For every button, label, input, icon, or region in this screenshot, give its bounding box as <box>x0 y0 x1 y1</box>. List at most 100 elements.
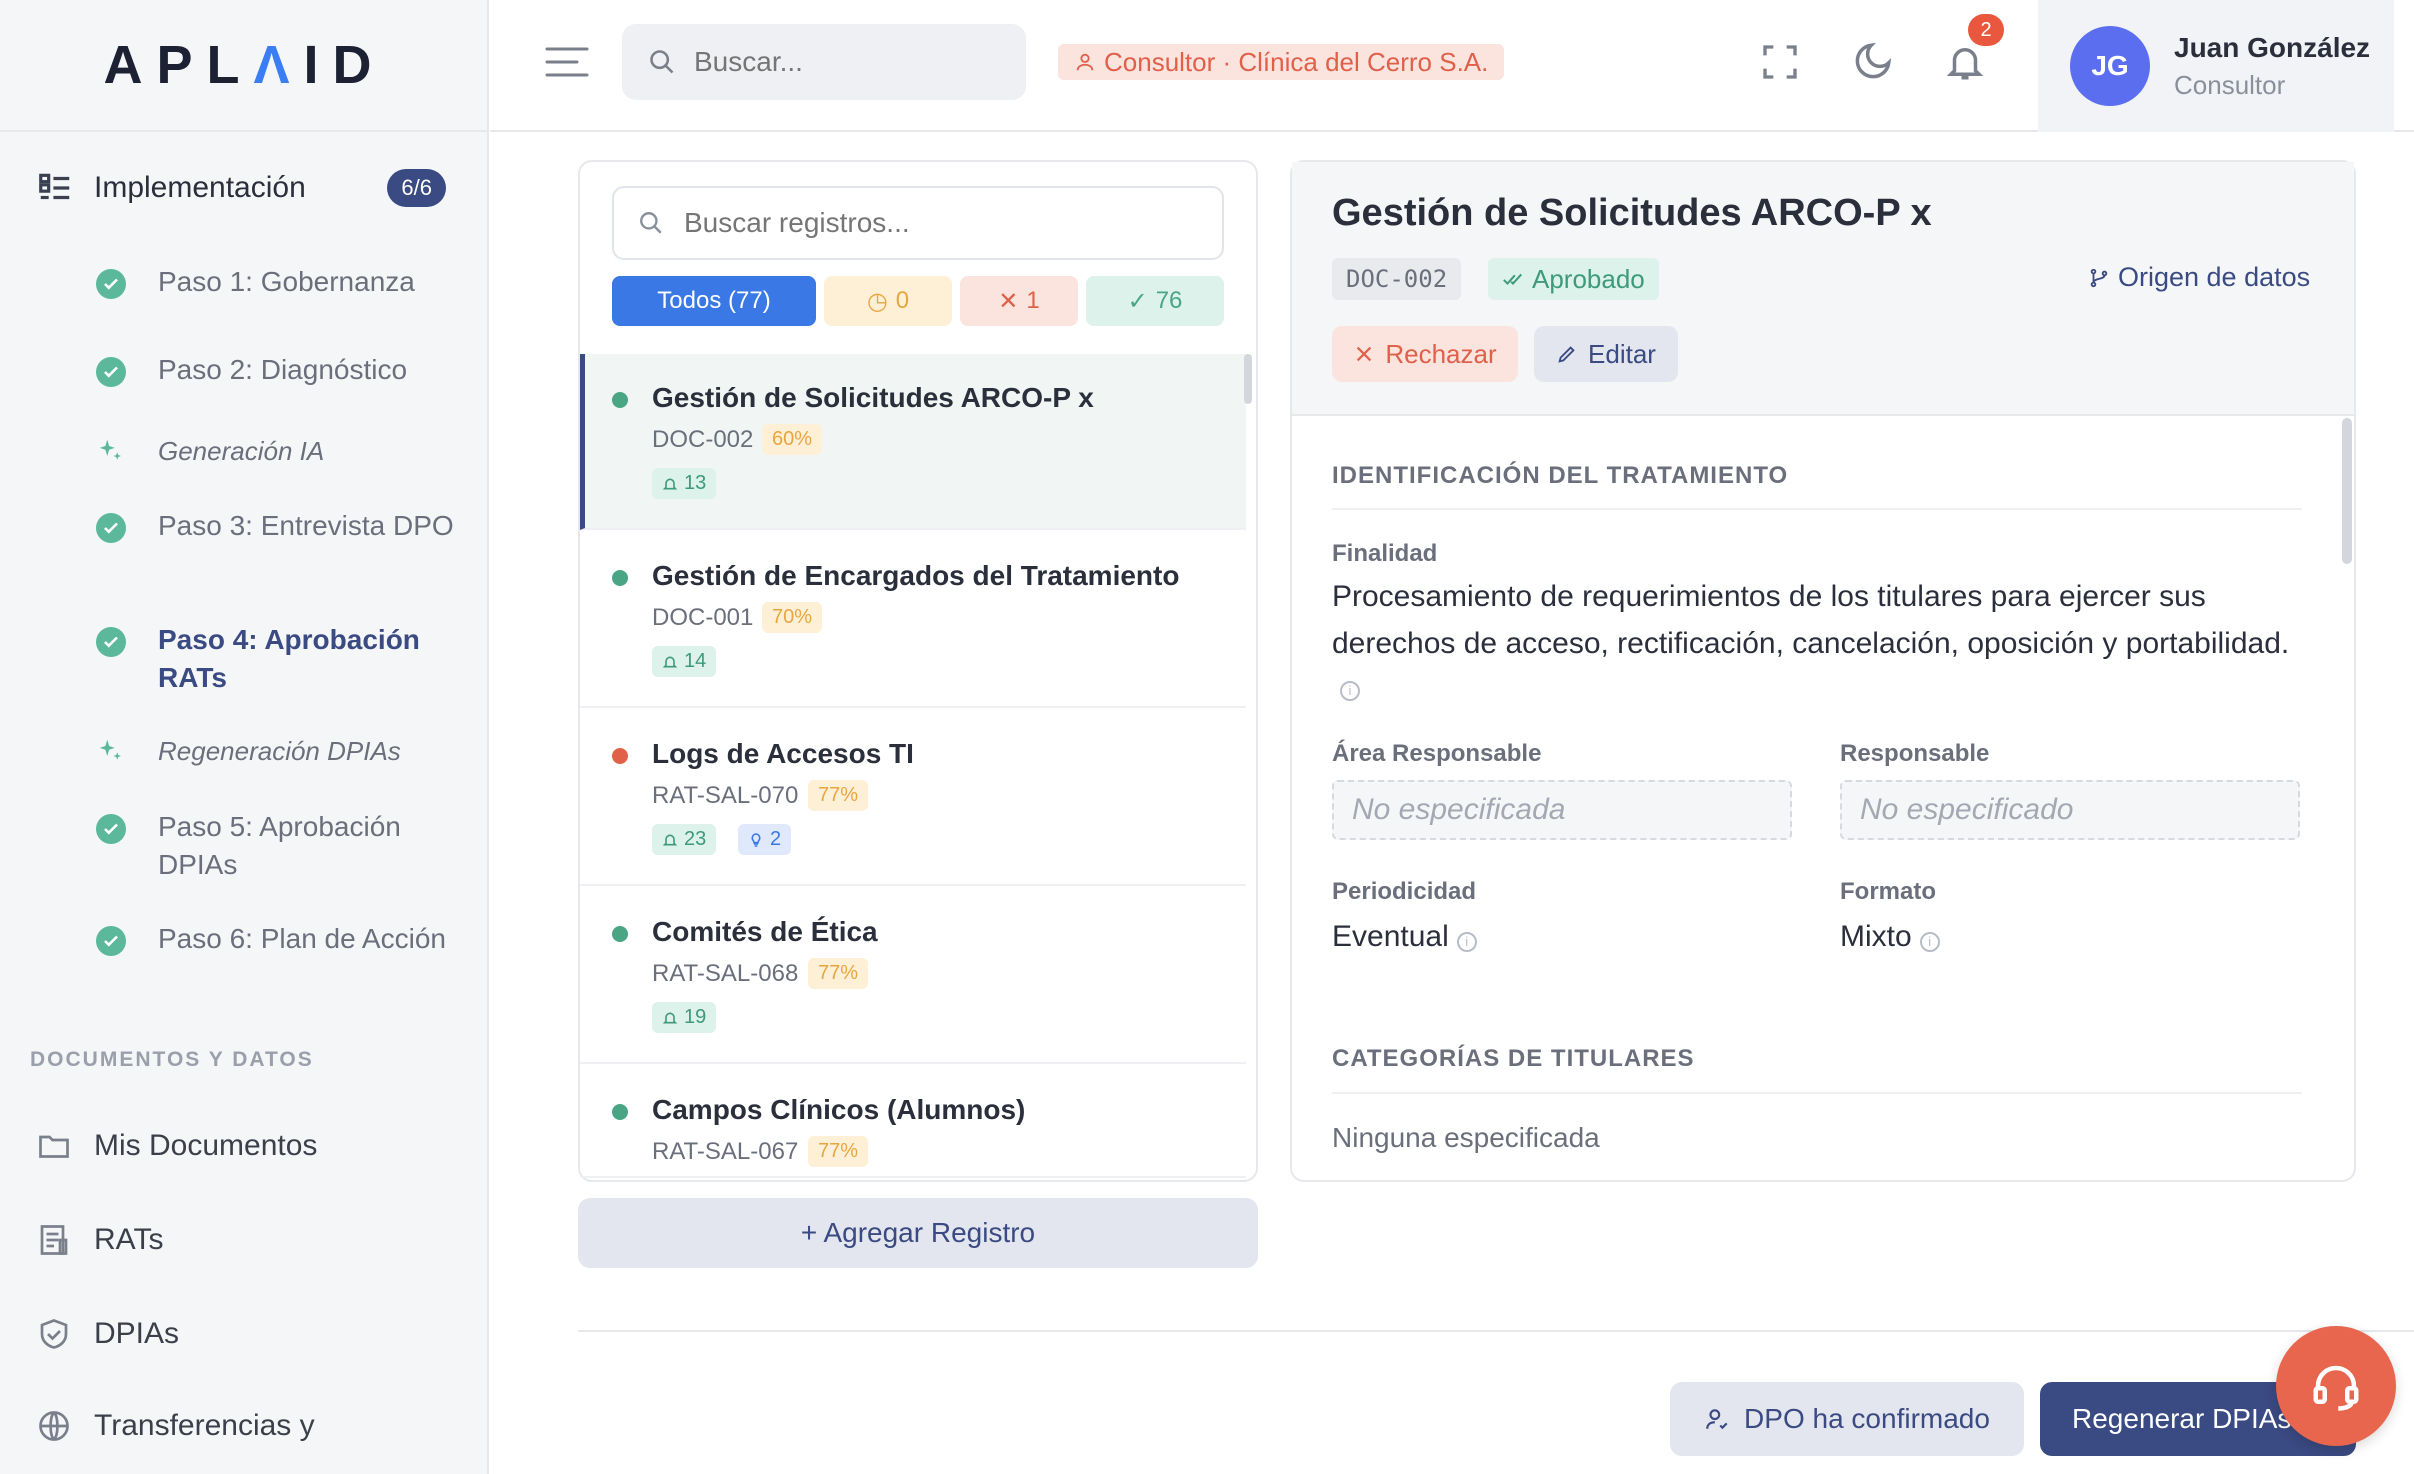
record-list-item[interactable]: Gestión de Encargados del Tratamiento DOC… <box>580 532 1246 708</box>
record-code: RAT-SAL-070 <box>652 782 799 809</box>
status-dot <box>612 392 628 408</box>
status-badge: Aprobado <box>1488 258 1659 300</box>
chip-count: 19 <box>684 1006 707 1028</box>
close-icon <box>1357 346 1372 362</box>
headset-icon <box>2313 1365 2359 1411</box>
add-record-button[interactable]: + Agregar Registro <box>578 1198 1258 1268</box>
sidebar-step-7[interactable]: Paso 5: Aprobación DPIAs <box>96 808 456 884</box>
record-chip: 13 <box>652 468 717 499</box>
logo-text-suffix: ID <box>303 35 386 95</box>
bell-icon[interactable] <box>1944 40 1986 84</box>
global-search-input[interactable] <box>694 46 994 78</box>
support-button[interactable] <box>2276 1326 2396 1446</box>
records-search[interactable] <box>612 186 1224 260</box>
record-code: RAT-SAL-067 <box>652 1138 799 1165</box>
finalidad-field: Procesamiento de requerimientos de los t… <box>1332 576 2292 712</box>
clock-icon: ◷ <box>866 287 888 315</box>
info-icon[interactable]: i <box>1456 931 1477 952</box>
categorias-value: Ninguna especificada <box>1332 1122 1600 1153</box>
docs-section-title: DOCUMENTOS Y DATOS <box>30 1048 314 1071</box>
check-icon: ✓ <box>1127 287 1148 315</box>
sidebar-step-8[interactable]: Paso 6: Plan de Acción <box>96 920 456 958</box>
sidebar-doc-label: RATs <box>94 1223 164 1256</box>
edit-label: Editar <box>1588 338 1656 369</box>
formato-field: Mixto i <box>1840 920 1940 954</box>
menu-icon[interactable] <box>545 44 589 80</box>
bell-icon <box>662 1012 678 1023</box>
filter-rejected-button[interactable]: ✕ 1 <box>960 276 1078 326</box>
double-check-icon <box>1503 273 1522 286</box>
edit-button[interactable]: Editar <box>1534 326 1678 382</box>
sidebar-doc-label: DPIAs <box>94 1317 180 1350</box>
record-chip: 2 <box>738 824 792 855</box>
fullscreen-icon[interactable] <box>1760 42 1800 82</box>
sidebar-step-label: Paso 3: Entrevista DPO <box>158 510 454 541</box>
periodicidad-field: Eventual i <box>1332 920 1477 954</box>
filter-pending-button[interactable]: ◷ 0 <box>824 276 952 326</box>
sidebar-step-6[interactable]: Regeneración DPIAs <box>96 732 456 770</box>
check-circle-icon <box>96 814 126 844</box>
reject-label: Rechazar <box>1385 338 1497 369</box>
completion-badge: 70% <box>762 602 823 633</box>
formato-value: Mixto <box>1840 920 1912 953</box>
detail-code-badge: DOC-002 <box>1332 258 1462 300</box>
check-circle-icon <box>96 269 126 299</box>
progress-badge: 6/6 <box>387 169 446 207</box>
record-code: DOC-001 <box>652 604 754 631</box>
sidebar-doc-item-2[interactable]: RATs <box>36 1222 456 1258</box>
record-list-item[interactable]: Logs de Accesos TI RAT-SAL-070 77% 23 2 <box>580 710 1246 886</box>
record-title: Gestión de Solicitudes ARCO-P x <box>652 382 1094 413</box>
chip-count: 14 <box>684 650 707 672</box>
status-dot <box>612 748 628 764</box>
bell-icon <box>662 656 678 667</box>
completion-badge: 77% <box>808 1136 869 1167</box>
moon-icon[interactable] <box>1852 40 1894 82</box>
finalidad-value: Procesamiento de requerimientos de los t… <box>1332 580 2290 660</box>
sidebar-section-implementacion[interactable]: Implementación 6/6 <box>36 163 446 213</box>
check-circle-icon <box>96 627 126 657</box>
record-code: RAT-SAL-068 <box>652 960 799 987</box>
origin-data-link[interactable]: Origen de datos <box>2088 262 2310 293</box>
formato-label: Formato <box>1840 878 1936 905</box>
detail-scrollbar[interactable] <box>2342 418 2352 564</box>
sidebar-step-2[interactable]: Paso 2: Diagnóstico <box>96 351 456 389</box>
sidebar-step-3[interactable]: Generación IA <box>96 432 456 470</box>
filter-approved-button[interactable]: ✓ 76 <box>1086 276 1224 326</box>
x-icon: ✕ <box>998 287 1019 315</box>
list-scrollbar[interactable] <box>1244 354 1252 404</box>
record-list-item[interactable]: Gestión de Solicitudes ARCO-P x DOC-002 60… <box>580 354 1246 530</box>
check-circle-icon <box>96 926 126 956</box>
records-search-input[interactable] <box>684 207 1184 239</box>
shield-icon <box>40 1319 68 1349</box>
sidebar-step-label: Paso 6: Plan de Acción <box>158 923 446 954</box>
reject-button[interactable]: Rechazar <box>1332 326 1518 382</box>
origin-link-label: Origen de datos <box>2118 262 2311 292</box>
chip-count: 23 <box>684 828 707 850</box>
dpo-confirmed-button[interactable]: DPO ha confirmado <box>1670 1382 2024 1456</box>
info-icon[interactable]: i <box>1340 680 1360 701</box>
sidebar-step-4[interactable]: Paso 3: Entrevista DPO <box>96 507 456 545</box>
record-list-item[interactable]: Campos Clínicos (Alumnos) RAT-SAL-067 77% <box>580 1066 1246 1178</box>
sidebar-doc-item-3[interactable]: DPIAs <box>36 1316 456 1352</box>
avatar: JG <box>2070 26 2150 106</box>
sparkle-icon <box>99 439 121 460</box>
filter-all-button[interactable]: Todos (77) <box>612 276 816 326</box>
pencil-icon <box>1558 346 1575 363</box>
user-menu[interactable]: JG Juan González Consultor <box>2038 0 2394 132</box>
sidebar-step-1[interactable]: Paso 1: Gobernanza <box>96 263 456 301</box>
dpo-button-label: DPO ha confirmado <box>1744 1403 1990 1434</box>
sidebar-doc-item-4[interactable]: Transferencias y <box>36 1408 456 1444</box>
user-check-icon <box>1706 1409 1728 1430</box>
logo-accent: Λ <box>253 35 304 95</box>
sidebar-step-label: Paso 2: Diagnóstico <box>158 354 408 385</box>
app-logo[interactable]: APL Λ ID <box>0 0 489 132</box>
section-title-identificacion: IDENTIFICACIÓN DEL TRATAMIENTO <box>1332 462 1789 489</box>
sidebar-step-label: Regeneración DPIAs <box>158 736 401 766</box>
sidebar-step-5[interactable]: Paso 4: Aprobación RATs <box>96 621 456 697</box>
sidebar-doc-item-1[interactable]: Mis Documentos <box>36 1128 456 1164</box>
role-chip: Consultor · Clínica del Cerro S.A. <box>1058 44 1505 80</box>
global-search[interactable] <box>622 24 1026 100</box>
logo-text: APL <box>103 35 254 95</box>
info-icon[interactable]: i <box>1919 931 1940 952</box>
record-list-item[interactable]: Comités de Ética RAT-SAL-068 77% 19 <box>580 888 1246 1064</box>
